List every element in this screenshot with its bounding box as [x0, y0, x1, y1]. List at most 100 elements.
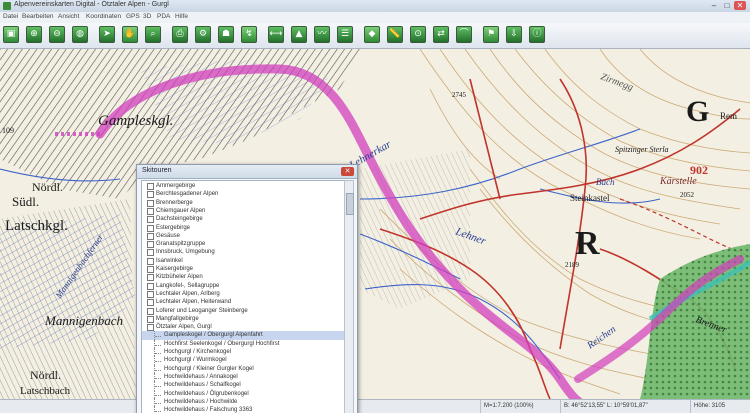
tour-list-item[interactable]: Loferer und Leoganger Steinberge [142, 307, 344, 315]
print-button[interactable]: ⎙ [172, 26, 188, 43]
profile-button[interactable]: ⌒ [456, 26, 472, 43]
expand-checkbox[interactable] [147, 282, 154, 290]
mountain-button[interactable]: ▲ [291, 26, 307, 43]
menu-3d[interactable]: 3D [143, 13, 151, 20]
tour-list-item[interactable]: Hochwildehaus / Schalfkogel [142, 381, 344, 390]
expand-checkbox[interactable] [147, 249, 154, 257]
expand-checkbox[interactable] [147, 274, 154, 282]
tour-list-item[interactable]: Kaisergebirge [142, 265, 344, 273]
track-button[interactable]: 〰 [314, 26, 330, 43]
menu-hilfe[interactable]: Hilfe [175, 13, 188, 20]
expand-checkbox[interactable] [147, 207, 154, 215]
tour-list-item[interactable]: Granatspitzgruppe [142, 240, 344, 249]
menu-koordinaten[interactable]: Koordinaten [86, 13, 121, 20]
expand-checkbox[interactable] [147, 307, 154, 315]
tour-list-item[interactable]: Dachsteingebirge [142, 215, 344, 224]
tour-list-item[interactable]: Chiemgauer Alpen [142, 207, 344, 215]
open-button[interactable]: ▣ [3, 26, 19, 43]
tour-list-item[interactable]: Hochwildehaus / Falschung 3363 [142, 406, 344, 413]
topographic-map[interactable]: Gampleskgl. Nördl. Südl. Latschkgl. Mann… [0, 49, 750, 399]
label-steinkastel: Steinkastel [570, 193, 610, 203]
route-button[interactable]: ↯ [241, 26, 257, 43]
maximize-button[interactable]: □ [721, 1, 733, 10]
expand-checkbox[interactable] [147, 299, 154, 307]
application-window: Alpenvereinskarten Digital - Ötztaler Al… [0, 0, 750, 413]
tour-list-item[interactable]: Mangfallgebirge [142, 315, 344, 323]
tour-list-item[interactable]: Berchtesgadener Alpen [142, 190, 344, 199]
layers-button[interactable]: ☰ [337, 26, 353, 43]
expand-checkbox[interactable] [147, 241, 154, 249]
tour-list-item[interactable]: Gesäuse [142, 232, 344, 240]
tour-list-scrollbar[interactable] [344, 180, 354, 413]
expand-checkbox[interactable] [147, 191, 154, 199]
open-icon: ▣ [6, 29, 16, 39]
measure-button[interactable]: ⟷ [268, 26, 284, 43]
tour-list-item-label: Isarwinkel [156, 257, 183, 264]
expand-checkbox[interactable] [147, 232, 154, 240]
cursor-button[interactable]: ➤ [99, 26, 115, 43]
expand-checkbox[interactable] [147, 266, 154, 273]
label-rem: Rem [720, 111, 737, 121]
tour-list-item-label: Ötztaler Alpen, Gurgl [156, 324, 212, 331]
tour-list-item[interactable]: Hochwildehaus / Ölgrubenkogel [142, 389, 344, 398]
hand-button[interactable]: ✋ [122, 26, 138, 43]
dialog-close-button[interactable]: ✕ [341, 167, 354, 176]
transfer-button[interactable]: ⇄ [433, 26, 449, 43]
tour-list-item[interactable]: Brennerberge [142, 199, 344, 207]
menu-pda[interactable]: PDA [157, 13, 170, 20]
tour-list-item[interactable]: Hochwildehaus / Annakogel [142, 372, 344, 382]
zoom-out-button[interactable]: ⊖ [49, 26, 65, 43]
expand-checkbox[interactable] [147, 257, 154, 265]
tour-list-item[interactable]: Hochgurgl / Wurmkogel [142, 356, 344, 365]
zoom-in-icon: ⊕ [30, 29, 38, 39]
expand-checkbox[interactable] [147, 216, 154, 224]
waypoint-button[interactable]: ◆ [364, 26, 380, 43]
tour-list-item[interactable]: Lechtaler Alpen, Heiterwand [142, 298, 344, 307]
download-button[interactable]: ⇩ [506, 26, 522, 43]
tree-connector [154, 339, 161, 348]
tour-list-item-label: Brennerberge [156, 199, 193, 206]
tour-list-item[interactable]: Hochfirst Seelenkogel / Obergurgl Hochfi… [142, 339, 344, 348]
tour-list: Ammergebirge Berchtesgadener Alpen Brenner… [141, 180, 345, 413]
ruler-button[interactable]: 📏 [387, 26, 403, 43]
tree-connector [154, 381, 161, 390]
tour-list-item[interactable]: Isarwinkel [142, 257, 344, 265]
menu-datei[interactable]: Datei [3, 13, 18, 20]
tour-list-item[interactable]: Langkofel-, Sellagruppe [142, 282, 344, 290]
tour-list-item[interactable]: Hochwildehaus / Hochwilde [142, 397, 344, 407]
tour-list-item[interactable]: Innsbruck, Umgebung [142, 248, 344, 257]
tour-list-item[interactable]: Gampleskogel / Obergurgl Alpenfahrt [142, 331, 344, 340]
scrollbar-thumb[interactable] [346, 193, 354, 215]
expand-checkbox[interactable] [147, 324, 154, 332]
hiker-button[interactable]: ☗ [218, 26, 234, 43]
globe-button[interactable]: ◍ [72, 26, 88, 43]
tour-list-item-label: Gesäuse [156, 232, 181, 239]
menu-bearbeiten[interactable]: Bearbeiten [22, 13, 53, 20]
settings-button[interactable]: ⚙ [195, 26, 211, 43]
close-window-button[interactable]: ✕ [734, 1, 746, 10]
menu-gps[interactable]: GPS [126, 13, 140, 20]
gps-icon: ⊙ [414, 29, 422, 39]
expand-checkbox[interactable] [147, 199, 154, 207]
tour-list-item[interactable]: Ammergebirge [142, 182, 344, 190]
gps-button[interactable]: ⊙ [410, 26, 426, 43]
minimize-button[interactable]: – [708, 1, 720, 10]
info-button[interactable]: ⓘ [529, 26, 545, 43]
expand-checkbox[interactable] [147, 224, 154, 232]
expand-checkbox[interactable] [147, 290, 154, 298]
tour-list-item[interactable]: Ötztaler Alpen, Gurgl [142, 323, 344, 332]
tour-list-item[interactable]: Kitzbüheler Alpen [142, 273, 344, 282]
flag-button[interactable]: ⚑ [483, 26, 499, 43]
tour-list-item[interactable]: Hochgurgl / Kirchenkogel [142, 348, 344, 357]
expand-checkbox[interactable] [147, 315, 154, 323]
tour-list-item-label: Hochwildehaus / Annakogel [164, 373, 238, 380]
magnifier-button[interactable]: ⌕ [145, 26, 161, 43]
label-sudl: Südl. [12, 194, 39, 209]
zoom-in-button[interactable]: ⊕ [26, 26, 42, 43]
expand-checkbox[interactable] [147, 183, 154, 190]
menu-ansicht[interactable]: Ansicht [58, 13, 79, 20]
hiker-icon: ☗ [221, 29, 231, 39]
tour-list-item[interactable]: Estergebirge [142, 224, 344, 232]
tour-list-item[interactable]: Lechtaler Alpen, Arlberg [142, 290, 344, 298]
tour-list-item[interactable]: Hochgurgl / Kleiner Gurgler Kogel [142, 364, 344, 373]
